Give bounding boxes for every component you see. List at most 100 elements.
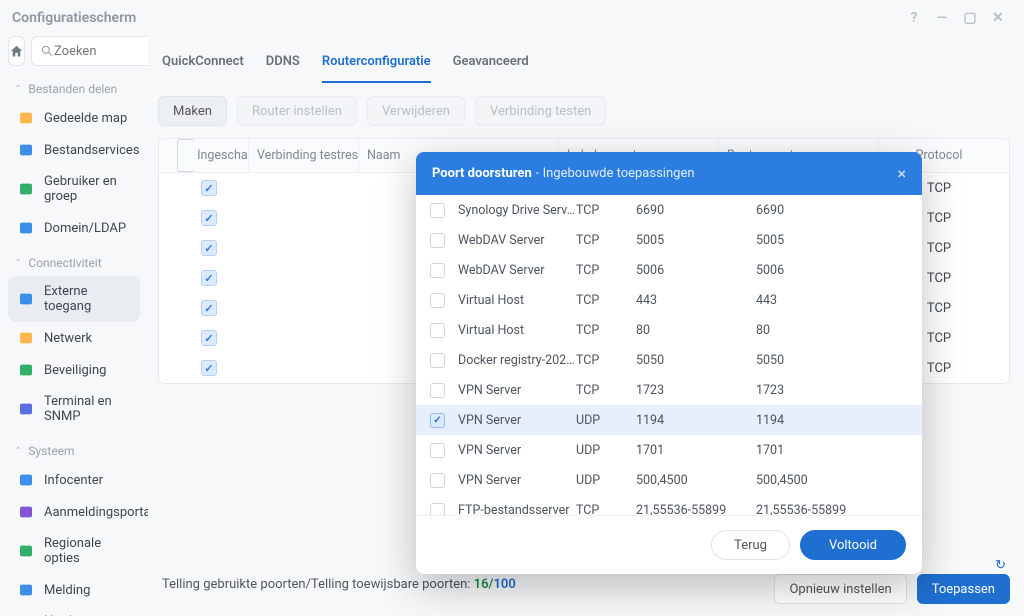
sidebar-section[interactable]: ⌃Connectiviteit [8, 248, 140, 276]
checkbox[interactable] [430, 353, 445, 368]
sidebar-item[interactable]: Terminal en SNMP [8, 386, 140, 432]
item-icon [18, 582, 34, 598]
sidebar-item-label: Infocenter [44, 473, 103, 488]
port1: 21,55536-55899 [636, 503, 756, 516]
sidebar-item-label: Netwerk [44, 331, 92, 346]
protocol: TCP [576, 323, 636, 338]
back-button[interactable]: Terug [711, 530, 790, 560]
port1: 5006 [636, 263, 756, 278]
modal-row[interactable]: VPN ServerUDP17011701 [416, 435, 922, 465]
toolbar: MakenRouter instellenVerwijderenVerbindi… [158, 84, 1010, 138]
reset-button[interactable]: Opnieuw instellen [774, 574, 906, 604]
sidebar-item-label: Bestandservices [44, 143, 140, 158]
checkbox[interactable] [430, 263, 445, 278]
column-header[interactable]: Ingeschakeld [169, 139, 249, 172]
protocol: UDP [576, 443, 636, 458]
checkbox[interactable] [201, 270, 217, 286]
sidebar-item[interactable]: Aanmeldingsportaal [8, 496, 140, 528]
port2: 5005 [756, 233, 876, 248]
checkbox[interactable] [430, 443, 445, 458]
modal-row[interactable]: Docker registry-202...TCP50505050 [416, 345, 922, 375]
checkbox[interactable] [201, 180, 217, 196]
port1: 1194 [636, 413, 756, 428]
sidebar-item[interactable]: Bestandservices [8, 134, 140, 166]
done-button[interactable]: Voltooid [800, 530, 906, 560]
checkbox[interactable] [201, 210, 217, 226]
apply-button[interactable]: Toepassen [917, 574, 1010, 604]
checkbox[interactable] [430, 203, 445, 218]
modal-row[interactable]: VPN ServerTCP17231723 [416, 375, 922, 405]
modal-row[interactable]: WebDAV ServerTCP50055005 [416, 225, 922, 255]
port1: 5050 [636, 353, 756, 368]
toolbar-button[interactable]: Maken [158, 96, 227, 126]
checkbox[interactable] [177, 139, 194, 172]
checkbox[interactable] [430, 233, 445, 248]
sidebar: ⌃Bestanden delen Gedeelde map Bestandservi… [0, 36, 148, 616]
checkbox[interactable] [430, 383, 445, 398]
checkbox[interactable] [201, 330, 217, 346]
checkbox[interactable] [430, 293, 445, 308]
checkbox[interactable] [430, 413, 445, 428]
reload-icon[interactable]: ↻ [995, 558, 1006, 573]
checkbox[interactable] [201, 240, 217, 256]
sidebar-item[interactable]: Netwerk [8, 322, 140, 354]
sidebar-item-label: Gedeelde map [44, 111, 127, 126]
chevron-icon: ⌃ [14, 446, 22, 457]
checkbox[interactable] [430, 473, 445, 488]
sidebar-item[interactable]: Infocenter [8, 464, 140, 496]
checkbox[interactable] [430, 503, 445, 516]
help-icon[interactable]: ? [900, 10, 928, 26]
tab[interactable]: QuickConnect [162, 46, 244, 83]
checkbox[interactable] [201, 300, 217, 316]
app-name: VPN Server [458, 443, 576, 458]
port1: 6690 [636, 203, 756, 218]
sidebar-item-label: Melding [44, 583, 90, 598]
modal-row[interactable]: Synology Drive Serv...TCP66906690 [416, 195, 922, 225]
maximize-icon[interactable]: ▢ [956, 10, 984, 26]
modal-row[interactable]: WebDAV ServerTCP50065006 [416, 255, 922, 285]
tab[interactable]: Routerconfiguratie [322, 46, 431, 83]
port1: 1701 [636, 443, 756, 458]
minimize-icon[interactable]: — [928, 10, 956, 26]
app-name: Virtual Host [458, 323, 576, 338]
app-name: FTP-bestandsserver [458, 503, 576, 516]
tab[interactable]: Geavanceerd [453, 46, 529, 83]
sidebar-item[interactable]: Domein/LDAP [8, 212, 140, 244]
toolbar-button: Verbinding testen [475, 96, 606, 126]
sidebar-item[interactable]: Melding [8, 574, 140, 606]
app-name: VPN Server [458, 413, 576, 428]
sidebar-item[interactable]: Regionale opties [8, 528, 140, 574]
checkbox[interactable] [430, 323, 445, 338]
modal-row[interactable]: Virtual HostTCP8080 [416, 315, 922, 345]
modal-row[interactable]: FTP-bestandsserverTCP21,55536-5589921,55… [416, 495, 922, 515]
port2: 5050 [756, 353, 876, 368]
item-icon [18, 330, 34, 346]
modal-row[interactable]: Virtual HostTCP443443 [416, 285, 922, 315]
sidebar-item[interactable]: Gedeelde map [8, 102, 140, 134]
tab[interactable]: DDNS [266, 46, 300, 83]
checkbox[interactable] [201, 360, 217, 376]
column-header[interactable]: Verbinding testres... [249, 139, 359, 172]
sidebar-item[interactable]: Externe toegang [8, 276, 140, 322]
search-input[interactable] [31, 36, 148, 66]
chevron-icon: ⌃ [14, 258, 22, 269]
sidebar-item[interactable]: Hardware en stroom [8, 606, 140, 616]
app-name: Virtual Host [458, 293, 576, 308]
close-icon[interactable]: ✕ [984, 10, 1012, 26]
sidebar-section[interactable]: ⌃Bestanden delen [8, 74, 140, 102]
modal-row[interactable]: VPN ServerUDP500,4500500,4500 [416, 465, 922, 495]
modal-row[interactable]: VPN ServerUDP11941194 [416, 405, 922, 435]
sidebar-item[interactable]: Beveiliging [8, 354, 140, 386]
sidebar-item[interactable]: Gebruiker en groep [8, 166, 140, 212]
port2: 21,55536-55899 [756, 503, 876, 516]
sidebar-item-label: Gebruiker en groep [44, 174, 130, 204]
home-icon[interactable] [8, 36, 25, 66]
app-name: WebDAV Server [458, 263, 576, 278]
item-icon [18, 543, 34, 559]
item-icon [18, 401, 34, 417]
item-icon [18, 504, 34, 520]
tabs: QuickConnect DDNS Routerconfiguratie Geavan… [158, 36, 1010, 84]
app-name: Docker registry-202... [458, 353, 576, 368]
modal-close-icon[interactable]: × [897, 164, 906, 183]
sidebar-section[interactable]: ⌃Systeem [8, 436, 140, 464]
